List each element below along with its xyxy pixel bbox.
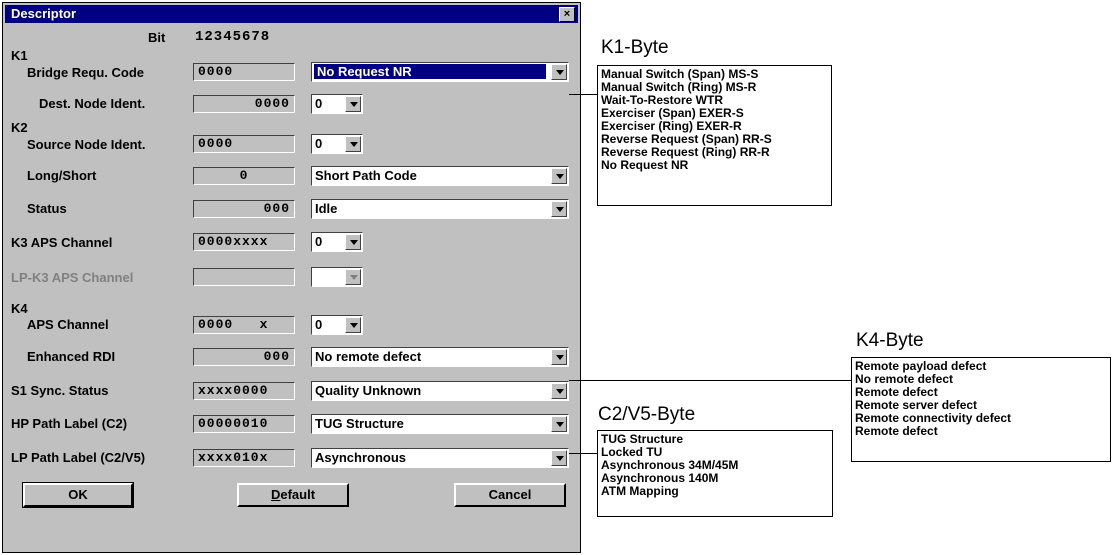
list-item: ATM Mapping (601, 484, 679, 498)
default-button-label: efault (280, 487, 316, 502)
chevron-down-icon[interactable] (551, 383, 567, 399)
k3-aps-channel-select[interactable]: 0 (311, 232, 363, 252)
hp-path-label-label: HP Path Label (C2) (11, 416, 128, 431)
chevron-down-icon[interactable] (551, 64, 567, 80)
s1-sync-status-value: Quality Unknown (315, 383, 422, 398)
k3-aps-channel-field[interactable]: 0000xxxx (193, 233, 295, 251)
bridge-requ-code-select[interactable]: No Request NR (311, 62, 569, 82)
k4-aps-channel-field[interactable]: 0000 x (193, 316, 295, 334)
k2-group-label: K2 (11, 120, 28, 135)
enhanced-rdi-value: No remote defect (315, 349, 422, 364)
chevron-down-icon (345, 269, 361, 285)
long-short-label: Long/Short (27, 168, 97, 183)
c2-connector-line (569, 453, 598, 454)
s1-sync-status-label: S1 Sync. Status (11, 383, 109, 398)
long-short-select[interactable]: Short Path Code (311, 166, 569, 186)
lp-path-label-field[interactable]: xxxx010x (193, 449, 295, 467)
window-title: Descriptor (11, 6, 77, 21)
bridge-requ-code-value: No Request NR (314, 64, 546, 79)
list-item: No Request NR (601, 158, 689, 172)
default-button[interactable]: Default (237, 483, 349, 507)
hp-path-label-select[interactable]: TUG Structure (311, 414, 569, 434)
s1-sync-status-select[interactable]: Quality Unknown (311, 381, 569, 401)
enhanced-rdi-select[interactable]: No remote defect (311, 347, 569, 367)
lp-path-label-value: Asynchronous (315, 450, 407, 465)
title-bar: Descriptor × (5, 5, 578, 23)
long-short-value: Short Path Code (315, 168, 417, 183)
list-item: Remote defect (855, 424, 938, 438)
chevron-down-icon[interactable] (551, 168, 567, 184)
hp-path-label-field[interactable]: 00000010 (193, 415, 295, 433)
source-node-ident-value: 0 (315, 136, 323, 151)
enhanced-rdi-field[interactable]: 000 (193, 348, 295, 366)
chevron-down-icon[interactable] (551, 416, 567, 432)
k1-byte-heading: K1-Byte (601, 37, 669, 58)
bridge-requ-code-label: Bridge Requ. Code (27, 65, 145, 80)
dest-node-ident-field[interactable]: 0000 (193, 95, 295, 113)
chevron-down-icon[interactable] (345, 136, 361, 152)
source-node-ident-select[interactable]: 0 (311, 134, 363, 154)
status-label: Status (27, 201, 67, 216)
dest-node-ident-select[interactable]: 0 (311, 94, 363, 114)
bit-label: Bit (148, 30, 166, 45)
dest-node-ident-value: 0 (315, 96, 323, 111)
k1-byte-list: Manual Switch (Span) MS-S Manual Switch … (597, 65, 832, 206)
k4-byte-list: Remote payload defect No remote defect R… (851, 357, 1111, 462)
k1-group-label: K1 (11, 48, 28, 63)
c2-v5-byte-heading: C2/V5-Byte (598, 404, 696, 425)
k3-aps-channel-value: 0 (315, 234, 323, 249)
k1-connector-line (569, 94, 597, 95)
lp-k3-aps-channel-select (311, 267, 363, 287)
bit-digits: 12345678 (195, 29, 271, 45)
source-node-ident-field[interactable]: 0000 (193, 135, 295, 153)
status-select[interactable]: Idle (311, 199, 569, 219)
chevron-down-icon[interactable] (551, 450, 567, 466)
lp-k3-aps-channel-label: LP-K3 APS Channel (11, 270, 134, 285)
chevron-down-icon[interactable] (551, 201, 567, 217)
ok-button[interactable]: OK (22, 482, 134, 508)
k4-group-label: K4 (11, 301, 28, 316)
k4-aps-channel-value: 0 (315, 317, 323, 332)
k3-aps-channel-label: K3 APS Channel (11, 235, 113, 250)
c2-v5-byte-list: TUG Structure Locked TU Asynchronous 34M… (597, 430, 833, 517)
k4-connector-line (569, 380, 851, 381)
long-short-field[interactable]: 0 (193, 167, 295, 185)
lp-k3-aps-channel-field (193, 268, 295, 286)
descriptor-dialog: Descriptor × Bit 12345678 K1 Bridge Requ… (2, 2, 581, 553)
status-field[interactable]: 000 (193, 200, 295, 218)
source-node-ident-label: Source Node Ident. (27, 137, 146, 152)
s1-sync-status-field[interactable]: xxxx0000 (193, 382, 295, 400)
lp-path-label-label: LP Path Label (C2/V5) (11, 450, 146, 465)
cancel-button[interactable]: Cancel (454, 483, 566, 507)
k4-byte-heading: K4-Byte (856, 330, 924, 351)
k4-aps-channel-select[interactable]: 0 (311, 315, 363, 335)
k4-aps-channel-label: APS Channel (27, 317, 109, 332)
chevron-down-icon[interactable] (551, 349, 567, 365)
close-button[interactable]: × (559, 7, 575, 22)
chevron-down-icon[interactable] (345, 234, 361, 250)
hp-path-label-value: TUG Structure (315, 416, 404, 431)
chevron-down-icon[interactable] (345, 317, 361, 333)
lp-path-label-select[interactable]: Asynchronous (311, 448, 569, 468)
chevron-down-icon[interactable] (345, 96, 361, 112)
dest-node-ident-label: Dest. Node Ident. (39, 96, 146, 111)
status-value: Idle (315, 201, 338, 216)
bridge-requ-code-field[interactable]: 0000 (193, 63, 295, 81)
enhanced-rdi-label: Enhanced RDI (27, 349, 116, 364)
default-button-mnemonic: D (270, 487, 281, 502)
